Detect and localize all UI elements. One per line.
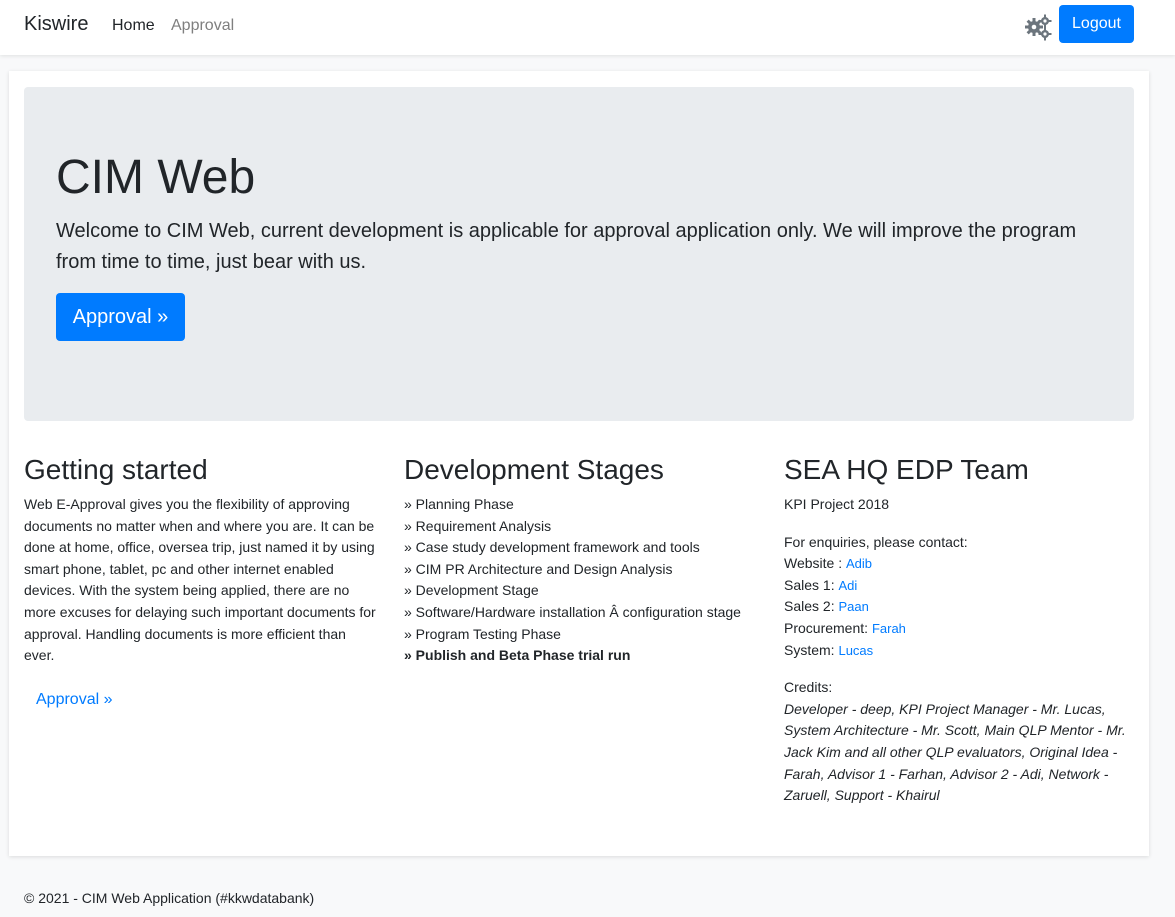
stage-item: » Planning Phase bbox=[404, 496, 514, 512]
credits-label: Credits: bbox=[784, 679, 833, 696]
contact-link-sales1[interactable]: Adi bbox=[838, 578, 857, 593]
stages-list: » Planning Phase » Requirement Analysis … bbox=[404, 494, 754, 667]
contacts-block: For enquiries, please contact: Website :… bbox=[784, 532, 1134, 662]
contact-link-system[interactable]: Lucas bbox=[838, 643, 873, 658]
stage-item: » Program Testing Phase bbox=[404, 625, 561, 642]
approval-button[interactable]: Approval » bbox=[56, 293, 185, 341]
contact-row: Website : Adib bbox=[784, 553, 1134, 575]
contact-link-sales2[interactable]: Paan bbox=[838, 599, 868, 614]
team-section: SEA HQ EDP Team KPI Project 2018 For enq… bbox=[784, 452, 1134, 807]
getting-started-section: Getting started Web E-Approval gives you… bbox=[24, 452, 376, 709]
page-title: CIM Web bbox=[56, 151, 256, 204]
brand-link[interactable]: Kiswire bbox=[24, 13, 88, 36]
stage-item: » Development Stage bbox=[404, 582, 539, 599]
development-stages-heading: Development Stages bbox=[404, 454, 664, 485]
enquiries-label: For enquiries, please contact: bbox=[784, 533, 968, 550]
contact-row: Sales 1: Adi bbox=[784, 575, 1134, 597]
stage-item: » Case study development framework and t… bbox=[404, 539, 700, 556]
credits-block: Credits: Developer - deep, KPI Project M… bbox=[784, 677, 1134, 807]
stage-item-current: » Publish and Beta Phase trial run bbox=[404, 647, 631, 664]
stage-item: » Software/Hardware installation Â confi… bbox=[404, 603, 741, 620]
approval-link[interactable]: Approval » bbox=[36, 691, 113, 709]
contact-row: Procurement: Farah bbox=[784, 618, 1134, 640]
credits-text: Developer - deep, KPI Project Manager - … bbox=[784, 700, 1126, 804]
welcome-lead: Welcome to CIM Web, current development … bbox=[56, 220, 1077, 273]
contact-label: Procurement: bbox=[784, 619, 872, 636]
stage-item: » CIM PR Architecture and Design Analysi… bbox=[404, 560, 673, 577]
development-stages-section: Development Stages » Planning Phase » Re… bbox=[404, 452, 754, 667]
footer-text: © 2021 - CIM Web Application (#kkwdataba… bbox=[24, 890, 315, 906]
getting-started-text: Web E-Approval gives you the flexibility… bbox=[24, 496, 376, 664]
logout-button[interactable]: Logout bbox=[1059, 5, 1134, 43]
contact-label: Sales 1: bbox=[784, 576, 839, 593]
stage-item: » Requirement Analysis bbox=[404, 517, 552, 534]
nav-link-home[interactable]: Home bbox=[112, 17, 155, 35]
contact-link-procurement[interactable]: Farah bbox=[872, 621, 906, 636]
contact-row: System: Lucas bbox=[784, 640, 1134, 662]
gears-icon[interactable] bbox=[1024, 13, 1052, 41]
contact-link-website[interactable]: Adib bbox=[846, 556, 872, 571]
contact-row: Sales 2: Paan bbox=[784, 596, 1134, 618]
contact-label: Sales 2: bbox=[784, 598, 839, 615]
contact-label: System: bbox=[784, 641, 839, 658]
nav-link-approval[interactable]: Approval bbox=[171, 17, 234, 35]
getting-started-heading: Getting started bbox=[24, 454, 208, 485]
project-name: KPI Project 2018 bbox=[784, 496, 890, 512]
navbar: Kiswire Home Approval Logout bbox=[0, 0, 1175, 55]
team-heading: SEA HQ EDP Team bbox=[784, 454, 1029, 485]
contact-label: Website : bbox=[784, 555, 846, 572]
